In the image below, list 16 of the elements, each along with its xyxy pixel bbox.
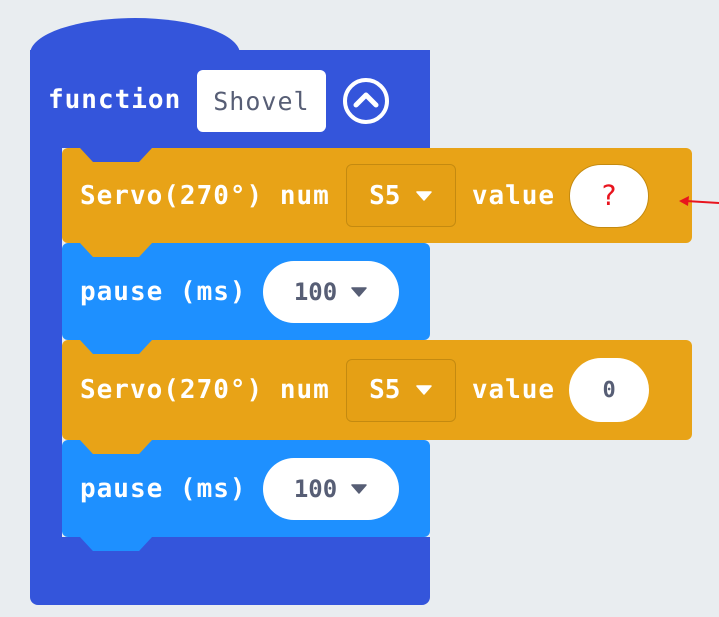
block-label: pause (ms) (80, 276, 247, 306)
block-label: value (472, 180, 556, 210)
function-keyword: function (48, 84, 182, 117)
duration-dropdown[interactable]: 100 (262, 260, 399, 322)
value-field[interactable]: ? (569, 164, 650, 228)
function-name-field[interactable]: Shovel (197, 70, 326, 132)
servo-block[interactable]: Servo(270°) num S5 value 0 (62, 340, 692, 440)
block-label: value (472, 375, 556, 405)
block-label: Servo(270°) num (80, 375, 330, 405)
pause-block[interactable]: pause (ms) 100 (62, 243, 430, 340)
duration-dropdown[interactable]: 100 (262, 458, 399, 520)
block-label: pause (ms) (80, 474, 247, 504)
pause-block[interactable]: pause (ms) 100 (62, 440, 430, 537)
servo-block[interactable]: Servo(270°) num S5 value ? (62, 148, 692, 243)
block-label: Servo(270°) num (80, 180, 330, 210)
value-field[interactable]: 0 (569, 358, 650, 422)
